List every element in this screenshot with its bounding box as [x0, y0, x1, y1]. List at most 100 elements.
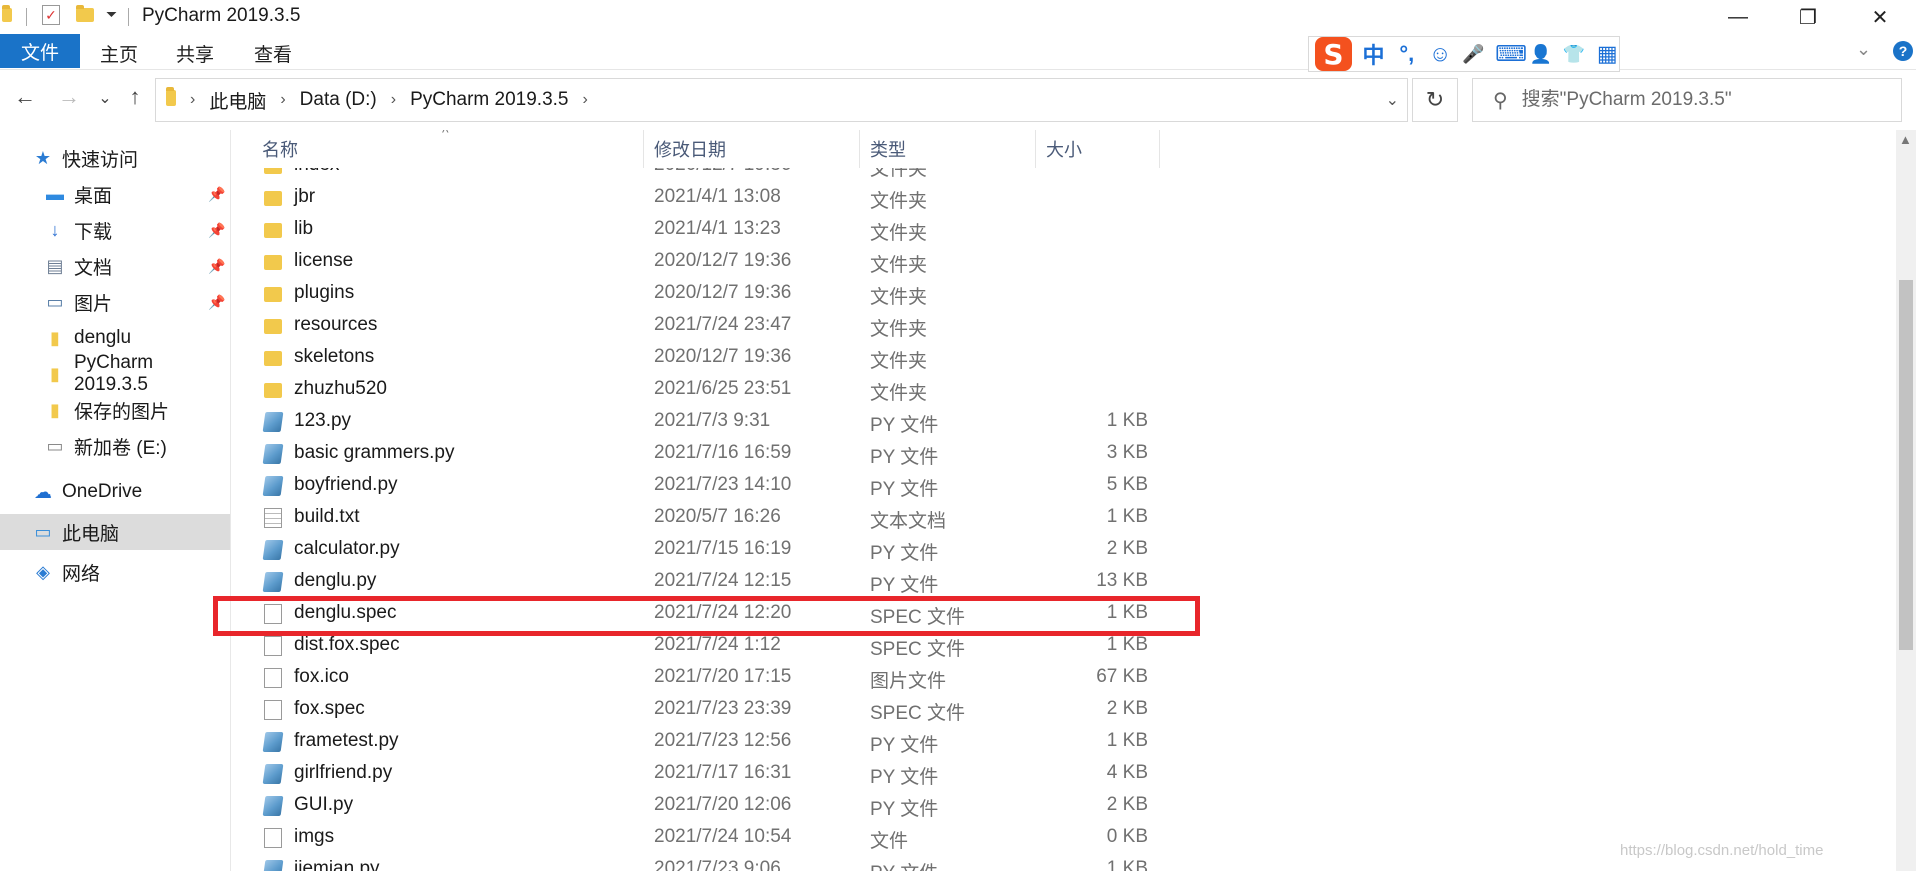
properties-icon[interactable]: ✓	[42, 5, 60, 25]
sidebar-item[interactable]: ▭ 此电脑	[0, 514, 230, 550]
close-button[interactable]: ✕	[1850, 0, 1910, 34]
refresh-button[interactable]: ↻	[1412, 78, 1458, 122]
file-date: 2021/7/24 1:12	[654, 634, 781, 655]
address-bar[interactable]: › 此电脑 › Data (D:) › PyCharm 2019.3.5 › ⌄	[155, 78, 1408, 122]
column-size[interactable]: 大小	[1036, 130, 1160, 168]
tab-view[interactable]: 查看	[254, 40, 292, 67]
file-date: 2021/6/25 23:51	[654, 378, 792, 399]
recent-locations-icon[interactable]: ⌄	[90, 88, 120, 108]
maximize-button[interactable]: ❐	[1778, 0, 1838, 34]
sidebar-item[interactable]: ◈ 网络	[0, 554, 232, 590]
file-row[interactable]: basic grammers.py 2021/7/16 16:59 PY 文件 3 K…	[234, 438, 1894, 470]
tab-home[interactable]: 主页	[100, 40, 138, 67]
sidebar-item[interactable]: ▮ 保存的图片	[0, 392, 232, 428]
search-box[interactable]: ⚲	[1472, 78, 1902, 122]
breadcrumb-separator[interactable]: ›	[583, 91, 588, 109]
file-row[interactable]: fox.spec 2021/7/23 23:39 SPEC 文件 2 KB	[234, 694, 1894, 726]
sidebar-item[interactable]: ▤ 文档 📌	[0, 248, 232, 284]
minimize-button[interactable]: —	[1708, 0, 1768, 34]
sogou-logo-icon[interactable]: S	[1315, 37, 1352, 71]
column-name[interactable]: 名称	[234, 130, 644, 168]
toolbox-icon[interactable]: ▦	[1596, 41, 1619, 67]
expand-ribbon-icon[interactable]: ⌄	[1856, 39, 1871, 60]
file-row[interactable]: calculator.py 2021/7/15 16:19 PY 文件 2 KB	[234, 534, 1894, 566]
file-name: zhuzhu520	[294, 378, 387, 399]
file-row[interactable]: lib 2021/4/1 13:23 文件夹	[234, 214, 1894, 246]
sidebar-item-label: 新加卷 (E:)	[74, 437, 167, 459]
file-type: 文本文档	[870, 511, 947, 532]
up-button[interactable]: ↑	[120, 84, 150, 110]
file-date: 2021/4/1 13:08	[654, 186, 781, 207]
file-name: 123.py	[294, 410, 352, 431]
column-date[interactable]: 修改日期	[644, 130, 860, 168]
divider	[26, 8, 27, 26]
file-row[interactable]: boyfriend.py 2021/7/23 14:10 PY 文件 5 KB	[234, 470, 1894, 502]
pin-icon[interactable]: 📌	[208, 294, 225, 311]
file-row[interactable]: resources 2021/7/24 23:47 文件夹	[234, 310, 1894, 342]
folder-icon	[264, 319, 282, 334]
sidebar-item[interactable]: ▭ 新加卷 (E:)	[0, 428, 232, 464]
file-row[interactable]: frametest.py 2021/7/23 12:56 PY 文件 1 KB	[234, 726, 1894, 758]
file-row[interactable]: index 2020/12/7 19:36 文件夹	[234, 168, 1894, 182]
emoji-icon[interactable]: ☺	[1428, 41, 1451, 67]
chinese-mode-icon[interactable]: 中	[1362, 38, 1385, 70]
scroll-thumb[interactable]	[1899, 280, 1913, 650]
skin-icon[interactable]: 👕	[1562, 44, 1585, 65]
file-row[interactable]: fox.ico 2021/7/20 17:15 图片文件 67 KB	[234, 662, 1894, 694]
file-row[interactable]: 123.py 2021/7/3 9:31 PY 文件 1 KB	[234, 406, 1894, 438]
file-size: 2 KB	[1106, 794, 1148, 815]
quick-access-dropdown-icon[interactable]: ⏷	[106, 6, 124, 24]
file-row[interactable]: skeletons 2020/12/7 19:36 文件夹	[234, 342, 1894, 374]
file-type: PY 文件	[870, 799, 939, 820]
new-folder-icon[interactable]	[76, 5, 94, 24]
help-icon[interactable]: ?	[1893, 41, 1913, 61]
tab-file[interactable]: 文件	[0, 34, 80, 68]
microphone-icon[interactable]: 🎤	[1462, 44, 1485, 65]
pin-icon[interactable]: 📌	[208, 258, 225, 275]
file-type: PY 文件	[870, 575, 939, 596]
breadcrumb-separator[interactable]: ›	[280, 91, 285, 109]
file-size: 3 KB	[1106, 442, 1148, 463]
punctuation-icon[interactable]: °,	[1395, 41, 1418, 67]
forward-button[interactable]: →	[54, 84, 84, 110]
keyboard-icon[interactable]: ⌨	[1495, 41, 1527, 67]
file-date: 2020/12/7 19:36	[654, 282, 792, 303]
sidebar-item[interactable]: ★ 快速访问	[0, 140, 232, 176]
sidebar-item-label: OneDrive	[62, 481, 143, 502]
pin-icon[interactable]: 📌	[208, 222, 225, 239]
sidebar-item[interactable]: ▭ 图片 📌	[0, 284, 232, 320]
vertical-scrollbar[interactable]: ▲	[1896, 130, 1916, 871]
column-type[interactable]: 类型	[860, 130, 1036, 168]
file-row[interactable]: license 2020/12/7 19:36 文件夹	[234, 246, 1894, 278]
sidebar-item[interactable]: ▮ PyCharm 2019.3.5	[0, 352, 232, 395]
file-row[interactable]: jbr 2021/4/1 13:08 文件夹	[234, 182, 1894, 214]
file-type: PY 文件	[870, 767, 939, 788]
breadcrumb-separator[interactable]: ›	[391, 91, 396, 109]
file-row[interactable]: plugins 2020/12/7 19:36 文件夹	[234, 278, 1894, 310]
file-row[interactable]: dist.fox.spec 2021/7/24 1:12 SPEC 文件 1 KB	[234, 630, 1894, 662]
address-dropdown-icon[interactable]: ⌄	[1386, 90, 1399, 110]
sidebar-item[interactable]: ▮ denglu	[0, 320, 232, 356]
scroll-up-icon[interactable]: ▲	[1899, 132, 1912, 147]
file-name: calculator.py	[294, 538, 400, 559]
user-icon[interactable]: 👤	[1529, 44, 1552, 65]
file-row[interactable]: GUI.py 2021/7/20 12:06 PY 文件 2 KB	[234, 790, 1894, 822]
breadcrumb-pycharm[interactable]: PyCharm 2019.3.5	[410, 89, 568, 111]
breadcrumb-data-drive[interactable]: Data (D:)	[300, 89, 377, 111]
search-input[interactable]	[1521, 89, 1882, 111]
tab-share[interactable]: 共享	[176, 40, 214, 67]
back-button[interactable]: ←	[10, 84, 40, 110]
pin-icon[interactable]: 📌	[208, 186, 225, 203]
breadcrumb-separator[interactable]: ›	[190, 91, 195, 109]
sidebar-item[interactable]: ☁ OneDrive	[0, 474, 232, 510]
file-row[interactable]: zhuzhu520 2021/6/25 23:51 文件夹	[234, 374, 1894, 406]
breadcrumb-this-pc[interactable]: 此电脑	[209, 87, 266, 114]
python-file-icon	[262, 796, 284, 816]
file-date: 2021/7/15 16:19	[654, 538, 792, 559]
file-row[interactable]: denglu.spec 2021/7/24 12:20 SPEC 文件 1 KB	[234, 598, 1894, 630]
file-row[interactable]: girlfriend.py 2021/7/17 16:31 PY 文件 4 KB	[234, 758, 1894, 790]
sidebar-item[interactable]: ▬ 桌面 📌	[0, 176, 232, 212]
file-row[interactable]: build.txt 2020/5/7 16:26 文本文档 1 KB	[234, 502, 1894, 534]
file-row[interactable]: denglu.py 2021/7/24 12:15 PY 文件 13 KB	[234, 566, 1894, 598]
sidebar-item[interactable]: ↓ 下载 📌	[0, 212, 232, 248]
